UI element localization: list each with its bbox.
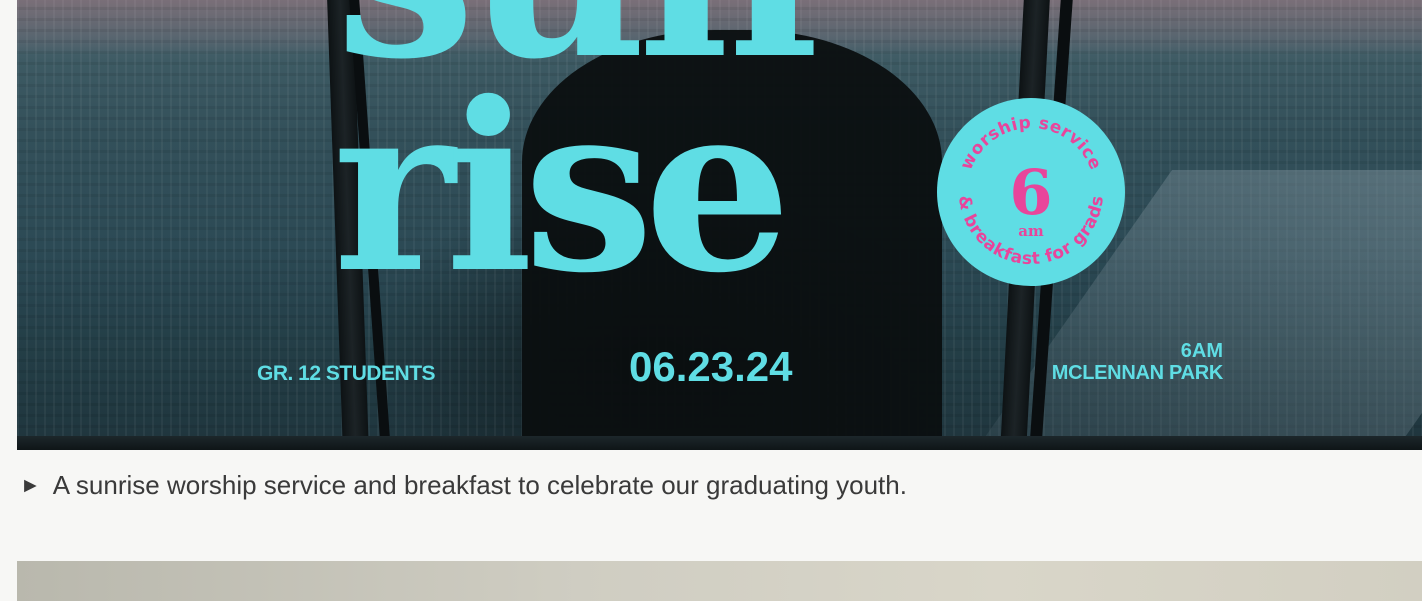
badge-number: 6 bbox=[1009, 156, 1052, 229]
caption-text: A sunrise worship service and breakfast … bbox=[52, 470, 907, 500]
time-badge: worship service & breakfast for grads 6 … bbox=[937, 98, 1125, 286]
window-sill bbox=[17, 436, 1422, 450]
headline-rise: rise bbox=[333, 51, 792, 324]
badge-graphic: worship service & breakfast for grads 6 … bbox=[954, 113, 1108, 269]
event-caption: ► A sunrise worship service and breakfast… bbox=[20, 470, 907, 501]
badge-unit: am bbox=[1018, 222, 1044, 240]
next-event-banner-image bbox=[17, 561, 1422, 601]
play-arrow-icon: ► bbox=[20, 474, 41, 497]
event-location: MCLENNAN PARK bbox=[1051, 362, 1224, 384]
event-banner-image: sun rise worship service & breakfast for… bbox=[17, 0, 1422, 450]
event-time: 6AM bbox=[1180, 340, 1223, 362]
